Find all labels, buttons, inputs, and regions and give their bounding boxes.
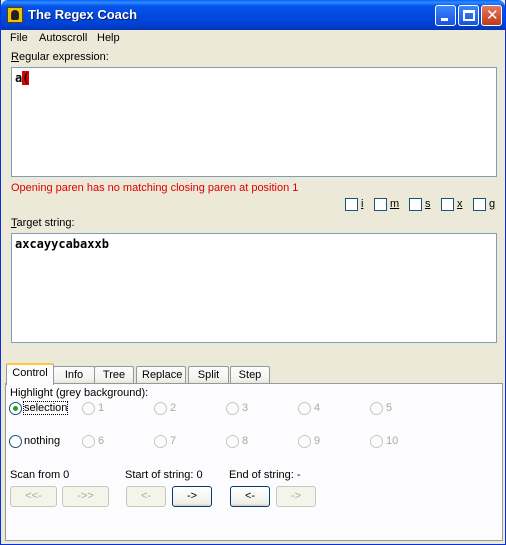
- main-window: The Regex Coach ✕ File Autoscroll Help R…: [0, 0, 506, 545]
- regex-input[interactable]: a(: [11, 67, 497, 177]
- regex-error-message: Opening paren has no matching closing pa…: [11, 182, 299, 194]
- scan-next-button[interactable]: ->>: [62, 486, 109, 507]
- start-of-string-label: Start of string: 0: [125, 469, 203, 481]
- tab-replace[interactable]: Replace: [136, 366, 186, 384]
- minimize-icon: [441, 18, 448, 21]
- maximize-icon: [463, 10, 475, 21]
- minimize-button[interactable]: [435, 5, 456, 26]
- scan-label: Scan from 0: [10, 469, 70, 481]
- group-2-radio[interactable]: [154, 402, 167, 415]
- menu-autoscroll[interactable]: Autoscroll: [39, 32, 87, 44]
- title-bar[interactable]: The Regex Coach ✕: [1, 0, 505, 30]
- tab-step[interactable]: Step: [230, 366, 270, 384]
- menu-file[interactable]: File: [10, 32, 28, 44]
- group-1-radio[interactable]: [82, 402, 95, 415]
- app-icon: [7, 7, 23, 23]
- selection-label: selection: [22, 401, 69, 415]
- regex-error-highlight: (: [22, 71, 30, 85]
- end-of-string-label: End of string: -: [229, 469, 301, 481]
- control-panel: [5, 383, 503, 541]
- group-7-radio[interactable]: [154, 435, 167, 448]
- group-8-radio[interactable]: [226, 435, 239, 448]
- group-4-radio[interactable]: [298, 402, 311, 415]
- close-button[interactable]: ✕: [481, 5, 502, 26]
- scan-prev-button[interactable]: <<-: [10, 486, 57, 507]
- start-prev-button[interactable]: <-: [126, 486, 166, 507]
- end-prev-button[interactable]: <-: [230, 486, 270, 507]
- tab-tree[interactable]: Tree: [94, 366, 134, 384]
- maximize-button[interactable]: [458, 5, 479, 26]
- regex-label: Regular expression:: [11, 51, 109, 63]
- start-next-button[interactable]: ->: [172, 486, 212, 507]
- group-3-radio[interactable]: [226, 402, 239, 415]
- menu-bar: File Autoscroll Help: [2, 30, 505, 49]
- target-label: Target string:: [11, 217, 75, 229]
- close-icon: ✕: [486, 6, 499, 24]
- tab-control[interactable]: Control: [6, 363, 54, 385]
- target-text: axcayycabaxxb: [15, 237, 109, 251]
- target-input[interactable]: axcayycabaxxb: [11, 233, 497, 343]
- window-title: The Regex Coach: [28, 7, 138, 22]
- group-5-radio[interactable]: [370, 402, 383, 415]
- nothing-radio[interactable]: [9, 435, 22, 448]
- highlight-label: Highlight (grey background):: [10, 387, 149, 399]
- tab-info[interactable]: Info: [53, 366, 95, 384]
- selection-radio[interactable]: [9, 402, 22, 415]
- end-next-button[interactable]: ->: [276, 486, 316, 507]
- tab-split[interactable]: Split: [188, 366, 229, 384]
- group-6-radio[interactable]: [82, 435, 95, 448]
- menu-help[interactable]: Help: [97, 32, 120, 44]
- group-9-radio[interactable]: [298, 435, 311, 448]
- group-10-radio[interactable]: [370, 435, 383, 448]
- nothing-label: nothing: [24, 435, 61, 447]
